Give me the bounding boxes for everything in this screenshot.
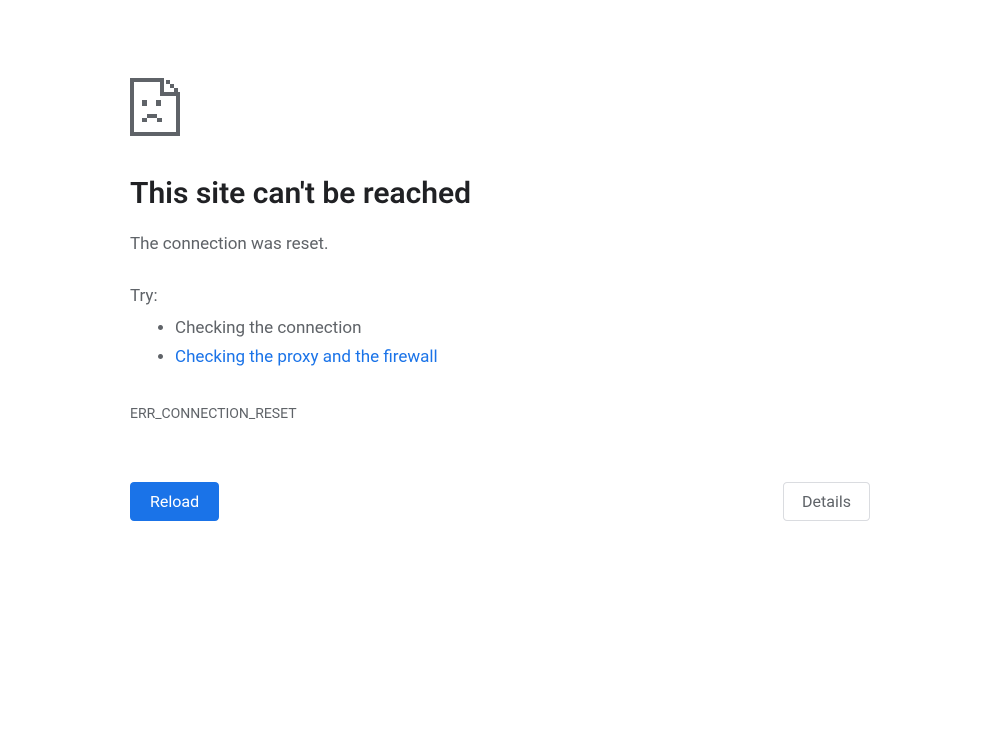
proxy-firewall-link[interactable]: Checking the proxy and the firewall	[175, 347, 438, 367]
suggestion-text: Checking the connection	[175, 318, 361, 338]
button-row: Reload Details	[130, 482, 870, 521]
sad-page-icon	[130, 78, 870, 140]
error-code: ERR_CONNECTION_RESET	[130, 406, 870, 422]
reload-button[interactable]: Reload	[130, 482, 219, 521]
error-title: This site can't be reached	[130, 176, 870, 212]
try-label: Try:	[130, 286, 870, 306]
list-item: Checking the connection	[175, 314, 870, 343]
details-button[interactable]: Details	[783, 482, 870, 521]
error-subtitle: The connection was reset.	[130, 234, 870, 254]
suggestion-list: Checking the connection Checking the pro…	[130, 314, 870, 372]
list-item: Checking the proxy and the firewall	[175, 343, 870, 372]
error-page: This site can't be reached The connectio…	[130, 78, 870, 521]
